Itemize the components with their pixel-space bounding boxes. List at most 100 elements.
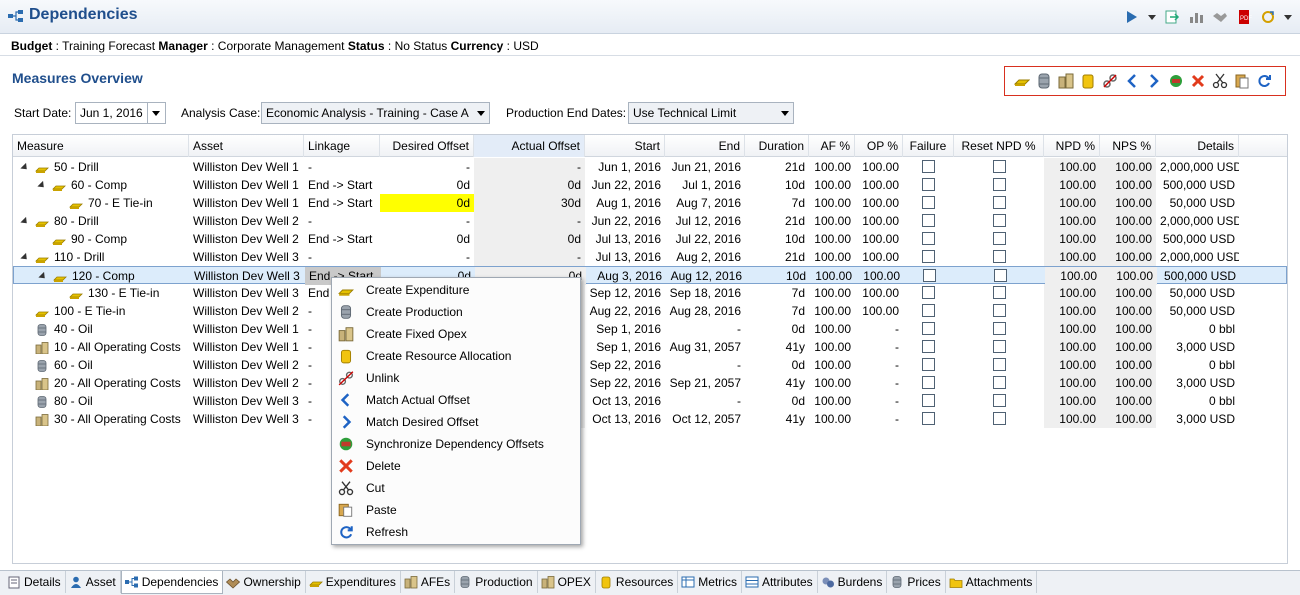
expand-toggle-icon[interactable] bbox=[37, 181, 47, 191]
checkbox[interactable] bbox=[992, 376, 1006, 390]
af-cell[interactable]: 100.00 bbox=[809, 284, 855, 302]
desired-cell[interactable]: - bbox=[380, 212, 474, 230]
menu-item-cut[interactable]: Cut bbox=[332, 477, 580, 499]
tab-attachments[interactable]: Attachments bbox=[946, 571, 1038, 593]
duration-cell[interactable]: 41y bbox=[745, 338, 809, 356]
reset-npd-checkbox[interactable] bbox=[954, 284, 1044, 302]
op-cell[interactable]: - bbox=[855, 338, 903, 356]
asset-col-header[interactable]: Asset bbox=[189, 135, 304, 157]
reset-npd-checkbox[interactable] bbox=[954, 158, 1044, 176]
production-end-select[interactable]: Use Technical Limit bbox=[628, 102, 794, 124]
linkage-cell[interactable]: - bbox=[304, 212, 380, 230]
delete-icon[interactable] bbox=[1190, 73, 1206, 89]
checkbox[interactable] bbox=[992, 250, 1006, 264]
end-col-header[interactable]: End bbox=[665, 135, 745, 157]
expand-toggle-icon[interactable] bbox=[20, 253, 30, 263]
duration-cell[interactable]: 21d bbox=[745, 248, 809, 266]
desired-cell[interactable]: - bbox=[380, 248, 474, 266]
menu-item-unlink[interactable]: Unlink bbox=[332, 367, 580, 389]
end-cell[interactable]: Jul 22, 2016 bbox=[665, 230, 745, 248]
measure-cell[interactable]: 50 - Drill bbox=[13, 158, 189, 176]
op-cell[interactable]: - bbox=[855, 374, 903, 392]
table-row[interactable]: 120 - Comp Williston Dev Well 3 End -> Sta… bbox=[13, 266, 1287, 285]
failure-checkbox[interactable] bbox=[903, 158, 954, 176]
af-cell[interactable]: 100.00 bbox=[809, 320, 855, 338]
asset-cell[interactable]: Williston Dev Well 2 bbox=[189, 302, 304, 320]
table-row[interactable]: 50 - Drill Williston Dev Well 1- - - Jun 1, … bbox=[13, 158, 1287, 176]
linkage-cell[interactable]: - bbox=[304, 158, 380, 176]
reset-npd-checkbox[interactable] bbox=[954, 176, 1044, 194]
checkbox[interactable] bbox=[992, 160, 1006, 174]
end-cell[interactable]: Jul 1, 2016 bbox=[665, 176, 745, 194]
expand-toggle-icon[interactable] bbox=[20, 217, 30, 227]
duration-col-header[interactable]: Duration bbox=[745, 135, 809, 157]
asset-cell[interactable]: Williston Dev Well 2 bbox=[189, 356, 304, 374]
duration-cell[interactable]: 7d bbox=[745, 194, 809, 212]
checkbox[interactable] bbox=[993, 269, 1007, 283]
af-cell[interactable]: 100.00 bbox=[809, 194, 855, 212]
op-cell[interactable]: 100.00 bbox=[856, 267, 904, 285]
checkbox[interactable] bbox=[992, 232, 1006, 246]
af-cell[interactable]: 100.00 bbox=[809, 212, 855, 230]
npd-cell[interactable]: 100.00 bbox=[1044, 248, 1100, 266]
handshake-icon[interactable] bbox=[1212, 9, 1228, 25]
start-cell[interactable]: Sep 12, 2016 bbox=[585, 284, 665, 302]
measure-cell[interactable]: 80 - Drill bbox=[13, 212, 189, 230]
end-cell[interactable]: - bbox=[665, 392, 745, 410]
sync-tools-icon[interactable] bbox=[1260, 9, 1276, 25]
op-cell[interactable]: 100.00 bbox=[855, 176, 903, 194]
op-cell[interactable]: - bbox=[855, 356, 903, 374]
npd-cell[interactable]: 100.00 bbox=[1044, 194, 1100, 212]
linkage-cell[interactable]: End -> Start bbox=[304, 194, 380, 212]
asset-cell[interactable]: Williston Dev Well 3 bbox=[190, 267, 305, 285]
details-cell[interactable]: 3,000 USD bbox=[1156, 410, 1239, 428]
menu-item-delete[interactable]: Delete bbox=[332, 455, 580, 477]
af-col-header[interactable]: AF % bbox=[809, 135, 855, 157]
af-cell[interactable]: 100.00 bbox=[809, 230, 855, 248]
asset-cell[interactable]: Williston Dev Well 2 bbox=[189, 374, 304, 392]
tab-resources[interactable]: Resources bbox=[596, 571, 679, 593]
gold-bar-icon[interactable] bbox=[1014, 73, 1030, 89]
measure-cell[interactable]: 20 - All Operating Costs bbox=[13, 374, 189, 392]
details-cell[interactable]: 0 bbl bbox=[1156, 392, 1239, 410]
details-cell[interactable]: 50,000 USD bbox=[1156, 194, 1239, 212]
asset-cell[interactable]: Williston Dev Well 3 bbox=[189, 284, 304, 302]
reset-npd-checkbox[interactable] bbox=[954, 320, 1044, 338]
start-col-header[interactable]: Start bbox=[585, 135, 665, 157]
op-cell[interactable]: 100.00 bbox=[855, 284, 903, 302]
duration-cell[interactable]: 0d bbox=[745, 356, 809, 374]
end-cell[interactable]: Jun 21, 2016 bbox=[665, 158, 745, 176]
op-cell[interactable]: 100.00 bbox=[855, 194, 903, 212]
duration-cell[interactable]: 10d bbox=[745, 230, 809, 248]
end-cell[interactable]: - bbox=[665, 356, 745, 374]
start-cell[interactable]: Aug 22, 2016 bbox=[585, 302, 665, 320]
failure-checkbox[interactable] bbox=[903, 356, 954, 374]
menu-item-match-desired-offset[interactable]: Match Desired Offset bbox=[332, 411, 580, 433]
failure-checkbox[interactable] bbox=[903, 176, 954, 194]
resource-jar-icon[interactable] bbox=[1080, 73, 1096, 89]
checkbox[interactable] bbox=[922, 412, 935, 426]
checkbox[interactable] bbox=[922, 160, 935, 174]
failure-col-header[interactable]: Failure bbox=[903, 135, 954, 157]
table-row[interactable]: 110 - Drill Williston Dev Well 3- - - Jul 13… bbox=[13, 248, 1287, 266]
af-cell[interactable]: 100.00 bbox=[809, 302, 855, 320]
af-cell[interactable]: 100.00 bbox=[810, 267, 856, 285]
table-row[interactable]: 30 - All Operating Costs Williston Dev We… bbox=[13, 410, 1287, 428]
reset-npd-checkbox[interactable] bbox=[955, 267, 1045, 285]
reset-npd-checkbox[interactable] bbox=[954, 302, 1044, 320]
op-cell[interactable]: 100.00 bbox=[855, 158, 903, 176]
asset-cell[interactable]: Williston Dev Well 1 bbox=[189, 194, 304, 212]
end-cell[interactable]: - bbox=[665, 320, 745, 338]
measure-col-header[interactable]: Measure bbox=[13, 135, 189, 157]
tab-metrics[interactable]: Metrics bbox=[678, 571, 742, 593]
af-cell[interactable]: 100.00 bbox=[809, 374, 855, 392]
details-cell[interactable]: 2,000,000 USD bbox=[1156, 212, 1239, 230]
failure-checkbox[interactable] bbox=[903, 302, 954, 320]
af-cell[interactable]: 100.00 bbox=[809, 356, 855, 374]
npd-cell[interactable]: 100.00 bbox=[1044, 302, 1100, 320]
refresh-icon[interactable] bbox=[1256, 73, 1272, 89]
op-cell[interactable]: - bbox=[855, 392, 903, 410]
npd-col-header[interactable]: NPD % bbox=[1044, 135, 1100, 157]
details-cell[interactable]: 3,000 USD bbox=[1156, 338, 1239, 356]
details-cell[interactable]: 500,000 USD bbox=[1156, 230, 1239, 248]
